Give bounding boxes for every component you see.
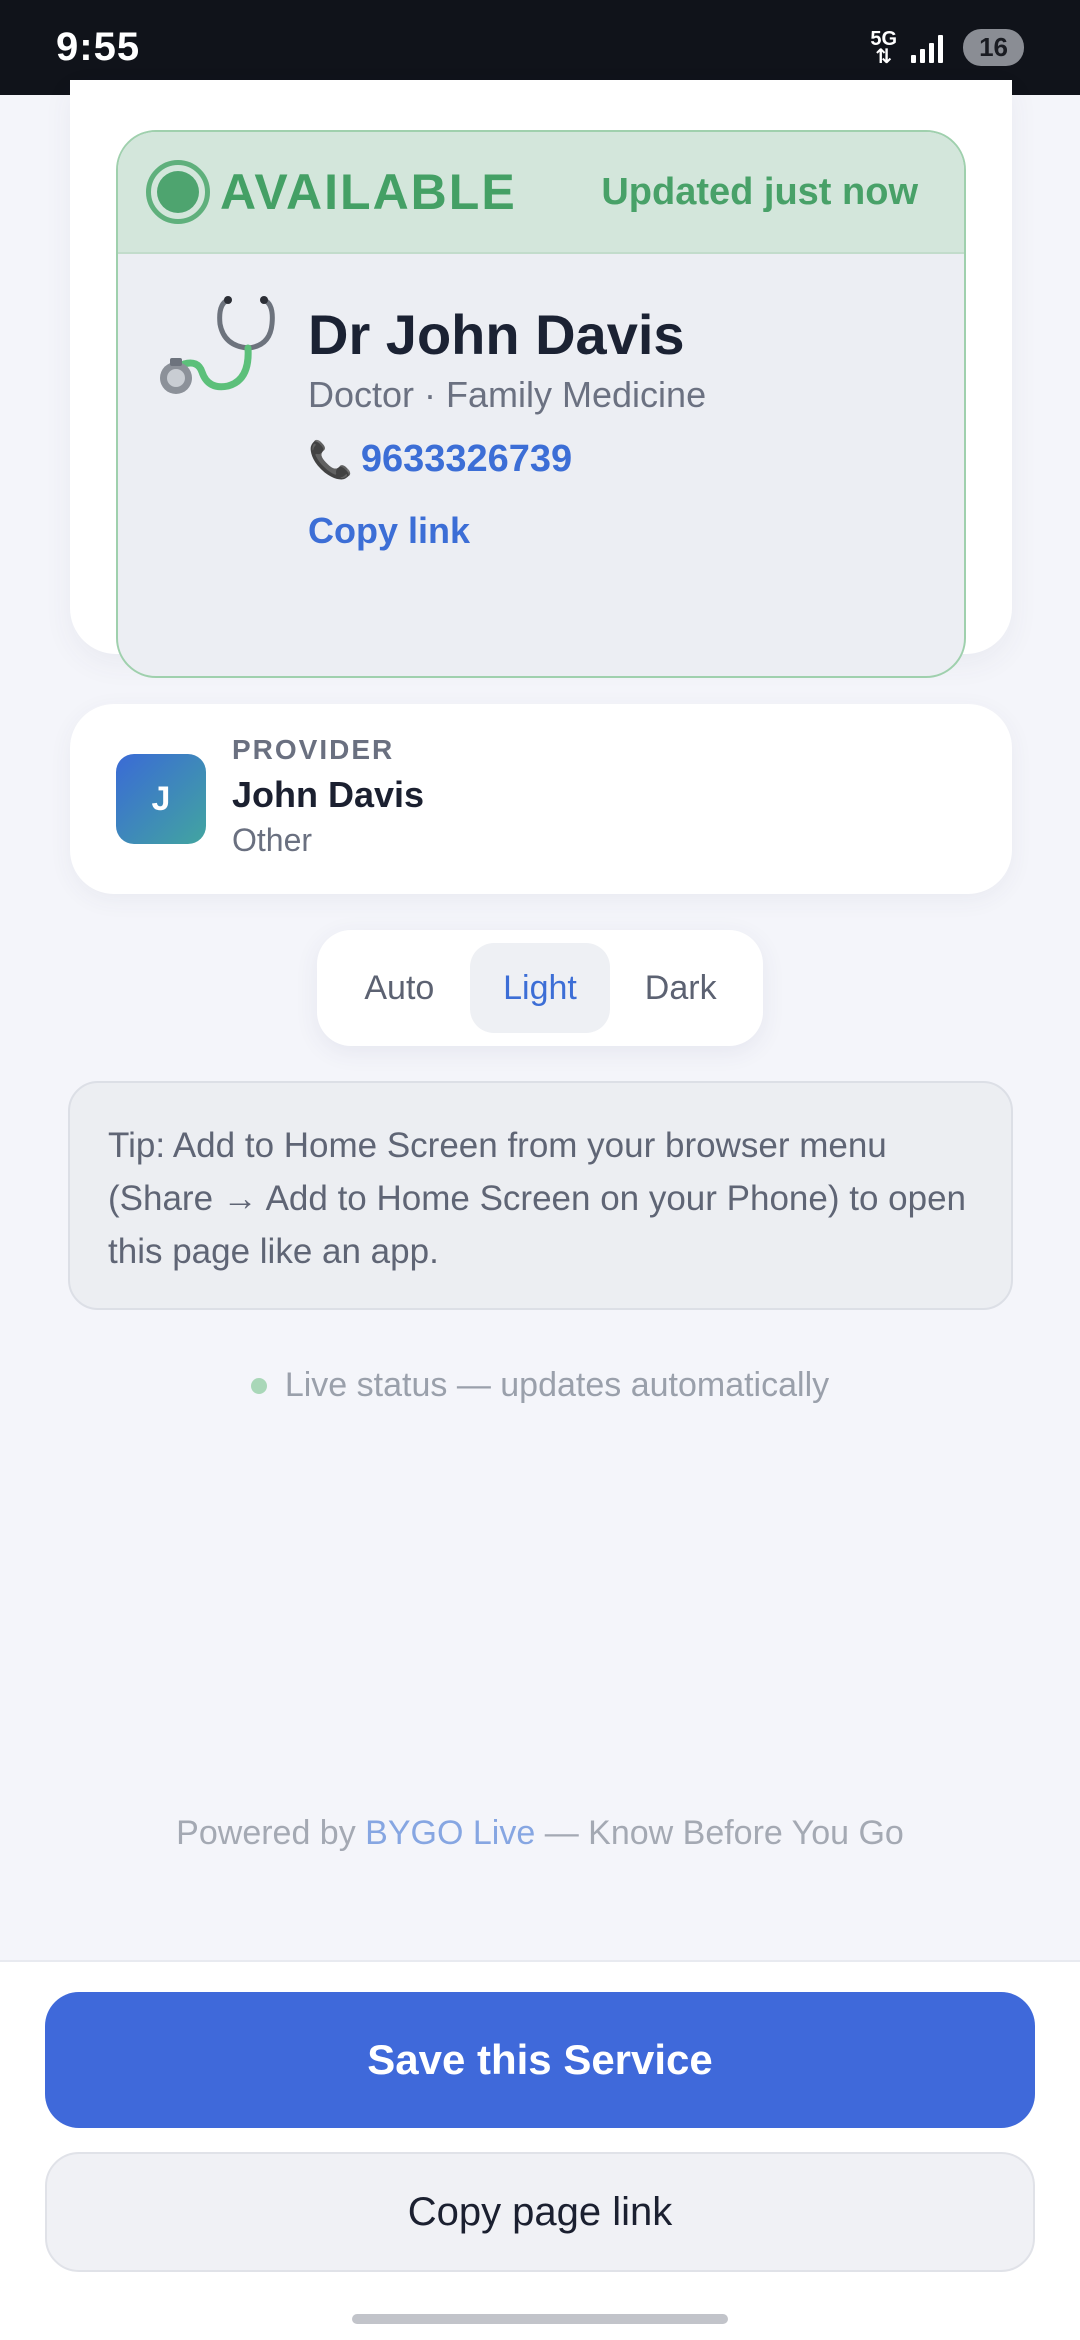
live-status-text: Live status — updates automatically [284,1366,830,1404]
powered-prefix: Powered by [176,1814,356,1852]
theme-option-dark[interactable]: Dark [610,943,751,1033]
powered-by-footer: Powered by BYGO Live — Know Before You G… [0,1814,1080,1853]
service-card: AVAILABLE Updated just now Dr John Davis… [70,80,1012,678]
avatar: J [116,754,206,844]
provider-type: Other [232,822,313,858]
signal-icon [911,33,944,63]
copy-link-button[interactable]: Copy link [308,510,470,552]
availability-header: AVAILABLE Updated just now [118,132,964,254]
theme-option-light[interactable]: Light [469,943,611,1033]
theme-option-auto[interactable]: Auto [329,943,470,1033]
stethoscope-icon [160,296,275,394]
home-indicator[interactable] [352,2314,728,2324]
powered-suffix: — Know Before You Go [544,1814,904,1852]
battery-indicator: 16 [963,29,1024,66]
availability-panel: AVAILABLE Updated just now Dr John Davis… [116,130,966,678]
provider-card: J PROVIDER John Davis Other [70,704,1012,894]
phone-link[interactable]: 📞 9633326739 [308,438,572,481]
phone-number[interactable]: 9633326739 [361,438,572,481]
live-status: Live status — updates automatically [0,1366,1080,1405]
doctor-specialty: Doctor · Family Medicine [308,374,707,415]
network-label: 5G [870,27,898,50]
provider-label: PROVIDER [232,734,395,765]
save-service-button[interactable]: Save this Service [45,1992,1035,2128]
status-time: 9:55 [56,25,141,69]
brand-link[interactable]: BYGO Live [365,1814,535,1852]
tip-box: Tip: Add to Home Screen from your browse… [68,1081,1013,1310]
doctor-info: Dr John Davis Doctor · Family Medicine 📞… [118,254,964,676]
availability-status: AVAILABLE [220,164,517,220]
copy-page-link-button[interactable]: Copy page link [45,2152,1035,2272]
theme-toggle: Auto Light Dark [317,930,763,1046]
doctor-name: Dr John Davis [308,303,685,366]
network-5g-icon: 5G ⇅ [870,27,898,68]
updated-time: Updated just now [601,170,918,213]
phone-icon: 📞 [308,438,353,480]
provider-name: John Davis [232,774,425,815]
live-status-dot-icon [250,1377,267,1394]
status-icons: 5G ⇅ 16 [870,27,1024,68]
bottom-action-bar: Save this Service Copy page link [0,1960,1080,2340]
live-dot-icon [146,160,210,224]
